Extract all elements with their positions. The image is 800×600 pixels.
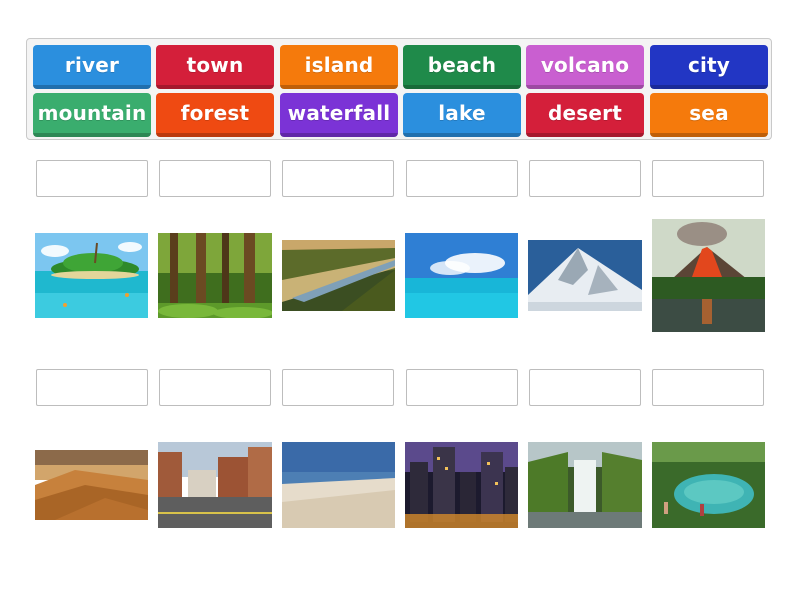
tile-river[interactable]: river	[33, 45, 151, 89]
tile-island[interactable]: island	[280, 45, 398, 89]
drop-slot[interactable]	[406, 369, 518, 406]
town-photo	[158, 442, 272, 528]
drop-slot[interactable]	[529, 369, 641, 406]
drop-slot[interactable]	[36, 160, 148, 197]
drop-slot[interactable]	[652, 369, 764, 406]
tile-town[interactable]: town	[156, 45, 274, 89]
sea-photo	[405, 233, 518, 318]
tile-volcano[interactable]: volcano	[526, 45, 644, 89]
island-photo	[35, 233, 148, 318]
city-photo	[405, 442, 518, 528]
drop-slot[interactable]	[652, 160, 764, 197]
river-photo	[282, 240, 395, 311]
tile-forest[interactable]: forest	[156, 93, 274, 137]
tile-lake[interactable]: lake	[403, 93, 521, 137]
word-tile-bank: river town island beach volcano city mou…	[26, 38, 772, 140]
tile-waterfall[interactable]: waterfall	[280, 93, 398, 137]
desert-photo	[35, 450, 148, 520]
lake-photo	[652, 442, 765, 528]
tile-sea[interactable]: sea	[650, 93, 768, 137]
drop-slot[interactable]	[529, 160, 641, 197]
drop-slot[interactable]	[36, 369, 148, 406]
tile-mountain[interactable]: mountain	[33, 93, 151, 137]
forest-photo	[158, 233, 272, 318]
mountain-photo	[528, 240, 642, 311]
beach-photo	[282, 442, 395, 528]
volcano-photo	[652, 219, 765, 332]
drop-slot[interactable]	[282, 369, 394, 406]
tile-city[interactable]: city	[650, 45, 768, 89]
tile-beach[interactable]: beach	[403, 45, 521, 89]
drop-slot[interactable]	[159, 369, 271, 406]
waterfall-photo	[528, 442, 642, 528]
drop-slot[interactable]	[406, 160, 518, 197]
drop-slot[interactable]	[159, 160, 271, 197]
drop-slot[interactable]	[282, 160, 394, 197]
tile-desert[interactable]: desert	[526, 93, 644, 137]
